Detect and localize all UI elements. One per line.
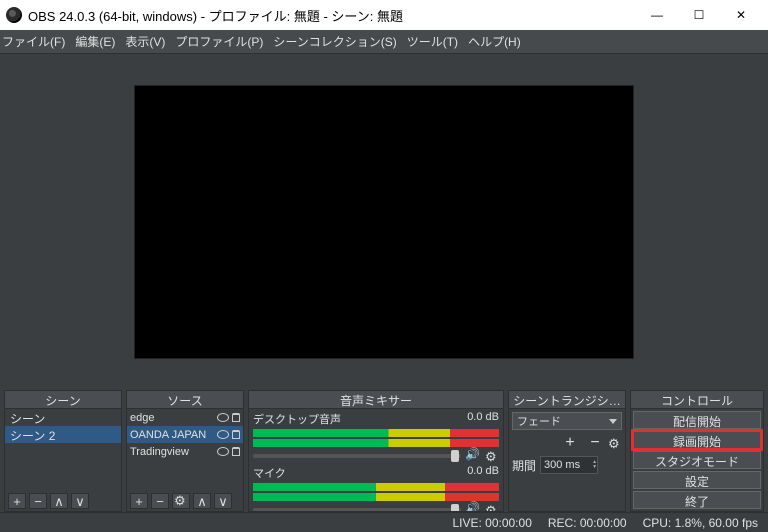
channel-level: 0.0 dB bbox=[467, 411, 499, 427]
visibility-icon[interactable] bbox=[217, 413, 229, 422]
gear-icon[interactable] bbox=[485, 449, 499, 463]
menu-bar: ファイル(F) 編集(E) 表示(V) プロファイル(P) シーンコレクション(… bbox=[0, 30, 768, 54]
status-bar: LIVE: 00:00:00 REC: 00:00:00 CPU: 1.8%, … bbox=[0, 512, 768, 532]
sources-dock: ソース edge OANDA JAPAN Tradingview + − ∧ bbox=[126, 390, 244, 512]
scene-item[interactable]: シーン 2 bbox=[5, 426, 121, 443]
duration-value: 300 ms bbox=[544, 459, 580, 471]
source-item[interactable]: edge bbox=[127, 409, 243, 426]
scenes-footer: + − ∧ ∨ bbox=[5, 491, 121, 511]
gear-icon bbox=[174, 494, 188, 508]
menu-view[interactable]: 表示(V) bbox=[125, 33, 165, 50]
mixer-channel: マイク 0.0 dB bbox=[249, 463, 503, 511]
channel-name: デスクトップ音声 bbox=[253, 411, 341, 427]
mixer-dock: 音声ミキサー デスクトップ音声 0.0 dB マイク 0.0 dB bbox=[248, 390, 504, 512]
controls-dock: コントロール 配信開始 録画開始 スタジオモード 設定 終了 bbox=[630, 390, 764, 512]
scenes-header: シーン bbox=[5, 391, 121, 409]
preview-canvas[interactable] bbox=[135, 86, 633, 358]
speaker-icon[interactable] bbox=[466, 504, 480, 511]
source-up-button[interactable]: ∧ bbox=[193, 493, 211, 509]
vu-meter bbox=[253, 439, 499, 447]
studio-mode-button[interactable]: スタジオモード bbox=[633, 451, 761, 469]
lock-icon[interactable] bbox=[232, 447, 240, 456]
transitions-header: シーントランジシ… bbox=[509, 391, 625, 409]
controls-header: コントロール bbox=[631, 391, 763, 409]
source-item[interactable]: OANDA JAPAN bbox=[127, 426, 243, 443]
sources-header: ソース bbox=[127, 391, 243, 409]
lock-icon[interactable] bbox=[232, 430, 240, 439]
visibility-icon[interactable] bbox=[217, 447, 229, 456]
menu-scene-collection[interactable]: シーンコレクション(S) bbox=[273, 33, 396, 50]
channel-level: 0.0 dB bbox=[467, 465, 499, 481]
chevron-down-icon bbox=[609, 419, 617, 424]
speaker-icon[interactable] bbox=[466, 450, 480, 462]
menu-help[interactable]: ヘルプ(H) bbox=[468, 33, 521, 50]
scene-up-button[interactable]: ∧ bbox=[50, 493, 68, 509]
source-item[interactable]: Tradingview bbox=[127, 443, 243, 460]
vu-meter bbox=[253, 493, 499, 501]
gear-icon[interactable] bbox=[608, 436, 622, 450]
window-titlebar: OBS 24.0.3 (64-bit, windows) - プロファイル: 無… bbox=[0, 0, 768, 30]
status-rec: REC: 00:00:00 bbox=[548, 516, 627, 530]
scene-down-button[interactable]: ∨ bbox=[71, 493, 89, 509]
transition-selected: フェード bbox=[517, 413, 561, 429]
add-source-button[interactable]: + bbox=[130, 493, 148, 509]
status-live: LIVE: 00:00:00 bbox=[452, 516, 531, 530]
remove-transition-button[interactable]: − bbox=[586, 434, 604, 452]
scenes-list: シーン シーン 2 bbox=[5, 409, 121, 491]
vu-meter bbox=[253, 483, 499, 491]
minimize-button[interactable]: — bbox=[636, 0, 678, 30]
vu-meter bbox=[253, 429, 499, 437]
source-down-button[interactable]: ∨ bbox=[214, 493, 232, 509]
lock-icon[interactable] bbox=[232, 413, 240, 422]
transition-select[interactable]: フェード bbox=[512, 412, 622, 430]
sources-footer: + − ∧ ∨ bbox=[127, 491, 243, 511]
remove-source-button[interactable]: − bbox=[151, 493, 169, 509]
source-label: edge bbox=[130, 412, 214, 424]
mixer-header: 音声ミキサー bbox=[249, 391, 503, 409]
start-recording-button[interactable]: 録画開始 bbox=[633, 431, 761, 449]
controls-body: 配信開始 録画開始 スタジオモード 設定 終了 bbox=[631, 409, 763, 511]
volume-slider[interactable] bbox=[253, 454, 461, 458]
add-transition-button[interactable]: + bbox=[558, 434, 582, 452]
spin-down-icon[interactable]: ▼ bbox=[592, 465, 597, 470]
sources-list: edge OANDA JAPAN Tradingview bbox=[127, 409, 243, 491]
transitions-body: フェード + − 期間 300 ms ▲▼ bbox=[509, 409, 625, 477]
menu-tools[interactable]: ツール(T) bbox=[407, 33, 458, 50]
channel-name: マイク bbox=[253, 465, 286, 481]
obs-logo-icon bbox=[6, 7, 22, 23]
docks-row: シーン シーン シーン 2 + − ∧ ∨ ソース edge OANDA JAP… bbox=[0, 390, 768, 512]
mixer-channel: デスクトップ音声 0.0 dB bbox=[249, 409, 503, 463]
source-properties-button[interactable] bbox=[172, 493, 190, 509]
mixer-body: デスクトップ音声 0.0 dB マイク 0.0 dB bbox=[249, 409, 503, 511]
gear-icon[interactable] bbox=[485, 503, 499, 511]
source-label: Tradingview bbox=[130, 446, 214, 458]
scenes-dock: シーン シーン シーン 2 + − ∧ ∨ bbox=[4, 390, 122, 512]
duration-label: 期間 bbox=[512, 457, 536, 474]
preview-area bbox=[0, 54, 768, 390]
exit-button[interactable]: 終了 bbox=[633, 491, 761, 509]
menu-file[interactable]: ファイル(F) bbox=[2, 33, 65, 50]
remove-scene-button[interactable]: − bbox=[29, 493, 47, 509]
visibility-icon[interactable] bbox=[217, 430, 229, 439]
status-cpu: CPU: 1.8%, 60.00 fps bbox=[643, 516, 758, 530]
transitions-dock: シーントランジシ… フェード + − 期間 300 ms ▲▼ bbox=[508, 390, 626, 512]
settings-button[interactable]: 設定 bbox=[633, 471, 761, 489]
menu-profile[interactable]: プロファイル(P) bbox=[175, 33, 263, 50]
maximize-button[interactable]: ☐ bbox=[678, 0, 720, 30]
menu-edit[interactable]: 編集(E) bbox=[75, 33, 115, 50]
start-streaming-button[interactable]: 配信開始 bbox=[633, 411, 761, 429]
window-title: OBS 24.0.3 (64-bit, windows) - プロファイル: 無… bbox=[28, 6, 636, 25]
source-label: OANDA JAPAN bbox=[130, 429, 214, 441]
add-scene-button[interactable]: + bbox=[8, 493, 26, 509]
volume-slider[interactable] bbox=[253, 508, 461, 511]
duration-input[interactable]: 300 ms ▲▼ bbox=[540, 456, 598, 474]
scene-item[interactable]: シーン bbox=[5, 409, 121, 426]
close-button[interactable]: ✕ bbox=[720, 0, 762, 30]
